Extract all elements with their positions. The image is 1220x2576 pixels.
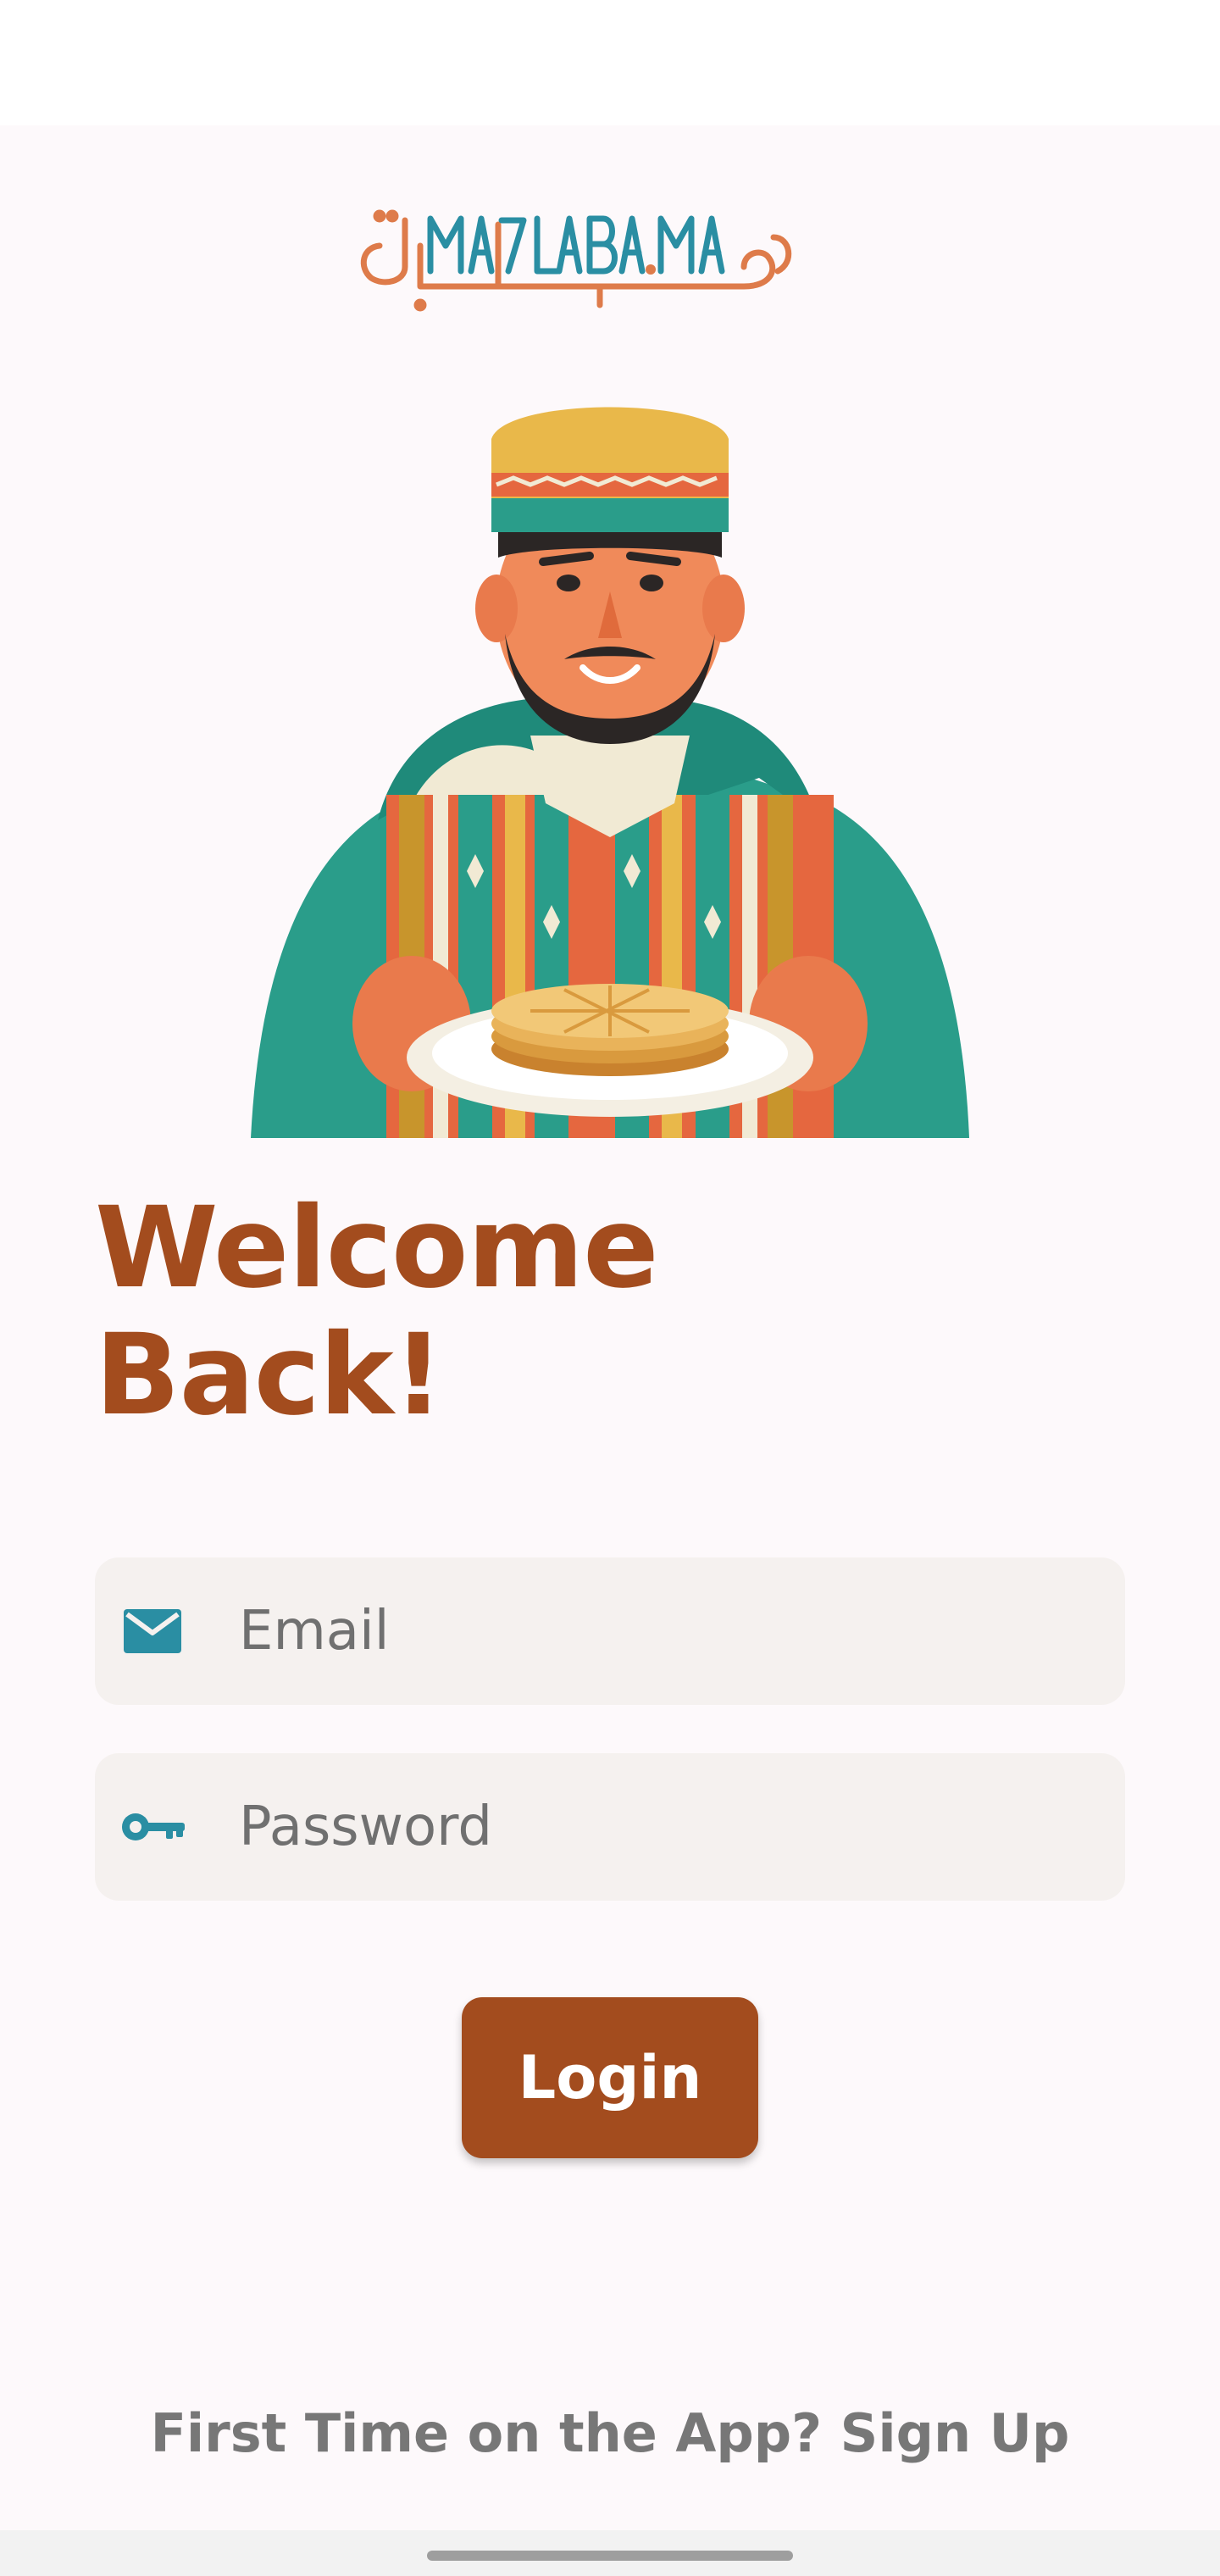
- email-field[interactable]: [95, 1557, 1125, 1705]
- password-input[interactable]: [239, 1753, 1086, 1901]
- mail-icon: [120, 1604, 188, 1658]
- welcome-line-1: Welcome: [95, 1183, 659, 1313]
- password-field[interactable]: [95, 1753, 1125, 1901]
- app-logo-graphic: [360, 209, 792, 312]
- key-icon: [120, 1800, 188, 1854]
- hero-illustration: [251, 380, 969, 1138]
- home-gesture-handle[interactable]: [427, 2551, 793, 2561]
- navigation-bar: [0, 2530, 1220, 2576]
- welcome-heading: Welcome Back!: [95, 1185, 857, 1439]
- welcome-line-2: Back!: [95, 1310, 444, 1441]
- status-bar: [0, 0, 1220, 125]
- app-logo: [346, 186, 803, 322]
- email-input[interactable]: [239, 1557, 1086, 1705]
- login-button[interactable]: Login: [462, 1997, 758, 2158]
- signup-link[interactable]: First Time on the App? Sign Up: [0, 2402, 1220, 2464]
- man-holding-pancakes-image: [251, 407, 969, 1138]
